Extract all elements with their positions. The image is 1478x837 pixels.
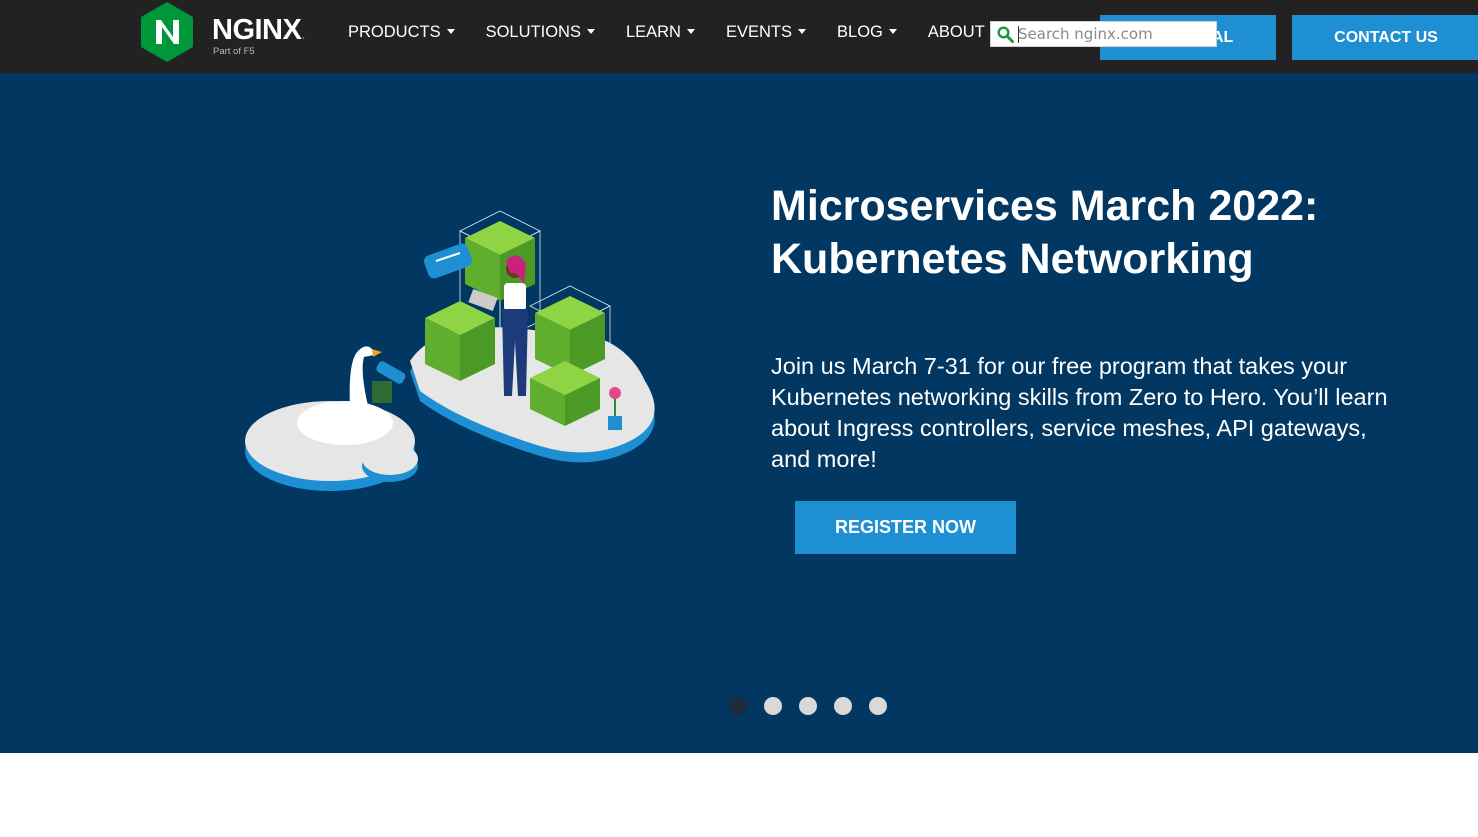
carousel-dot-2[interactable] — [764, 697, 782, 715]
chevron-down-icon — [686, 29, 695, 34]
chevron-down-icon — [888, 29, 897, 34]
carousel-dot-3[interactable] — [799, 697, 817, 715]
top-nav-bar: NGINX. Part of F5 PRODUCTS SOLUTIONS LEA… — [0, 0, 1478, 73]
hero-carousel: Microservices March 2022: Kubernetes Net… — [0, 73, 1478, 753]
nav-blog[interactable]: BLOG — [837, 23, 897, 42]
search-box[interactable] — [990, 21, 1217, 47]
logo-subtitle: Part of F5 — [213, 46, 255, 57]
contact-us-button[interactable]: CONTACT US — [1292, 15, 1478, 60]
nginx-logo-icon[interactable] — [136, 1, 198, 63]
register-now-button[interactable]: REGISTER NOW — [795, 501, 1016, 554]
search-input[interactable] — [1018, 23, 1213, 45]
text-cursor — [1018, 26, 1019, 43]
hero-description: Join us March 7-31 for our free program … — [771, 353, 1388, 472]
nav-products[interactable]: PRODUCTS — [348, 23, 455, 42]
carousel-pagination — [729, 697, 904, 715]
main-nav: PRODUCTS SOLUTIONS LEARN EVENTS BLOG ABO… — [348, 23, 1030, 42]
chevron-down-icon — [586, 29, 595, 34]
search-icon — [997, 26, 1014, 43]
nav-solutions[interactable]: SOLUTIONS — [486, 23, 595, 42]
chevron-down-icon — [798, 29, 807, 34]
carousel-dot-5[interactable] — [869, 697, 887, 715]
chevron-down-icon — [446, 29, 455, 34]
carousel-dot-1[interactable] — [729, 697, 747, 715]
carousel-dot-4[interactable] — [834, 697, 852, 715]
nav-events[interactable]: EVENTS — [726, 23, 807, 42]
logo-wordmark[interactable]: NGINX. — [212, 14, 305, 47]
nav-learn[interactable]: LEARN — [626, 23, 695, 42]
hero-title: Microservices March 2022: Kubernetes Net… — [771, 182, 1319, 283]
nav-about[interactable]: ABOUT — [928, 23, 999, 42]
kubernetes-clouds-illustration — [245, 210, 655, 491]
